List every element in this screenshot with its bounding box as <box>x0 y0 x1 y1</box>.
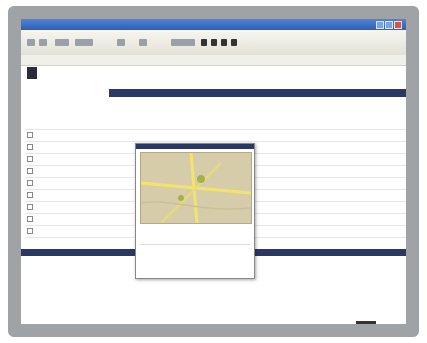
back-arrow-icon[interactable] <box>27 39 35 46</box>
logo <box>27 67 37 79</box>
forward-arrow-icon[interactable] <box>39 39 47 46</box>
maximize-button[interactable] <box>385 21 393 29</box>
map-view[interactable] <box>140 152 252 224</box>
row-checkbox[interactable] <box>27 144 33 150</box>
popup-divider <box>140 244 250 245</box>
toolbar-button[interactable] <box>55 39 69 46</box>
browser-toolbar <box>21 30 406 56</box>
row-checkbox[interactable] <box>27 204 33 210</box>
map-image <box>141 153 251 223</box>
footer-bar <box>356 321 376 324</box>
toolbar-button[interactable] <box>117 39 125 46</box>
toolbar-button[interactable] <box>201 39 207 46</box>
toolbar-button[interactable] <box>221 39 227 46</box>
minimize-button[interactable] <box>376 21 384 29</box>
row-checkbox[interactable] <box>27 132 33 138</box>
navigation-bar <box>109 89 406 97</box>
toolbar-button[interactable] <box>139 39 147 46</box>
map-popup <box>135 143 255 279</box>
toolbar-button[interactable] <box>211 39 217 46</box>
row-checkbox[interactable] <box>27 192 33 198</box>
close-button[interactable] <box>394 21 402 29</box>
window-titlebar <box>21 19 406 30</box>
toolbar-button[interactable] <box>171 39 195 46</box>
row-checkbox[interactable] <box>27 168 33 174</box>
row-checkbox[interactable] <box>27 228 33 234</box>
row-checkbox[interactable] <box>27 216 33 222</box>
toolbar-button[interactable] <box>231 39 237 46</box>
row-checkbox[interactable] <box>27 156 33 162</box>
address-bar[interactable] <box>21 55 406 66</box>
row-checkbox[interactable] <box>27 180 33 186</box>
popup-titlebar <box>136 144 254 149</box>
screen <box>21 19 406 324</box>
toolbar-button[interactable] <box>75 39 93 46</box>
